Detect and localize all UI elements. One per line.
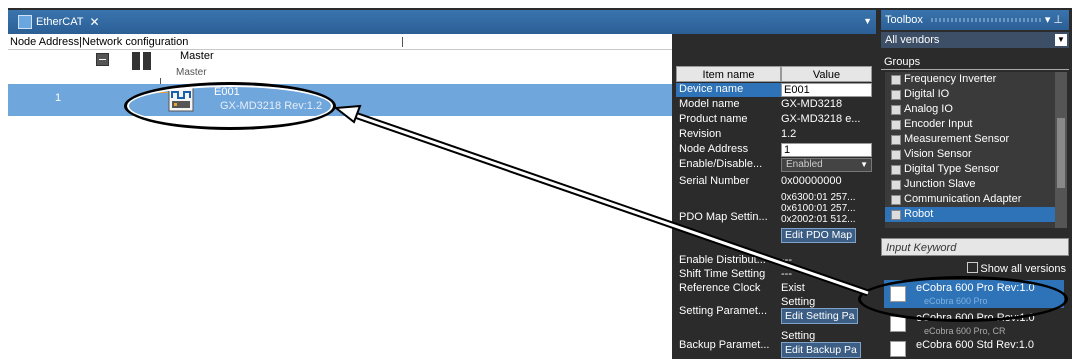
drag-arrow	[333, 104, 870, 297]
